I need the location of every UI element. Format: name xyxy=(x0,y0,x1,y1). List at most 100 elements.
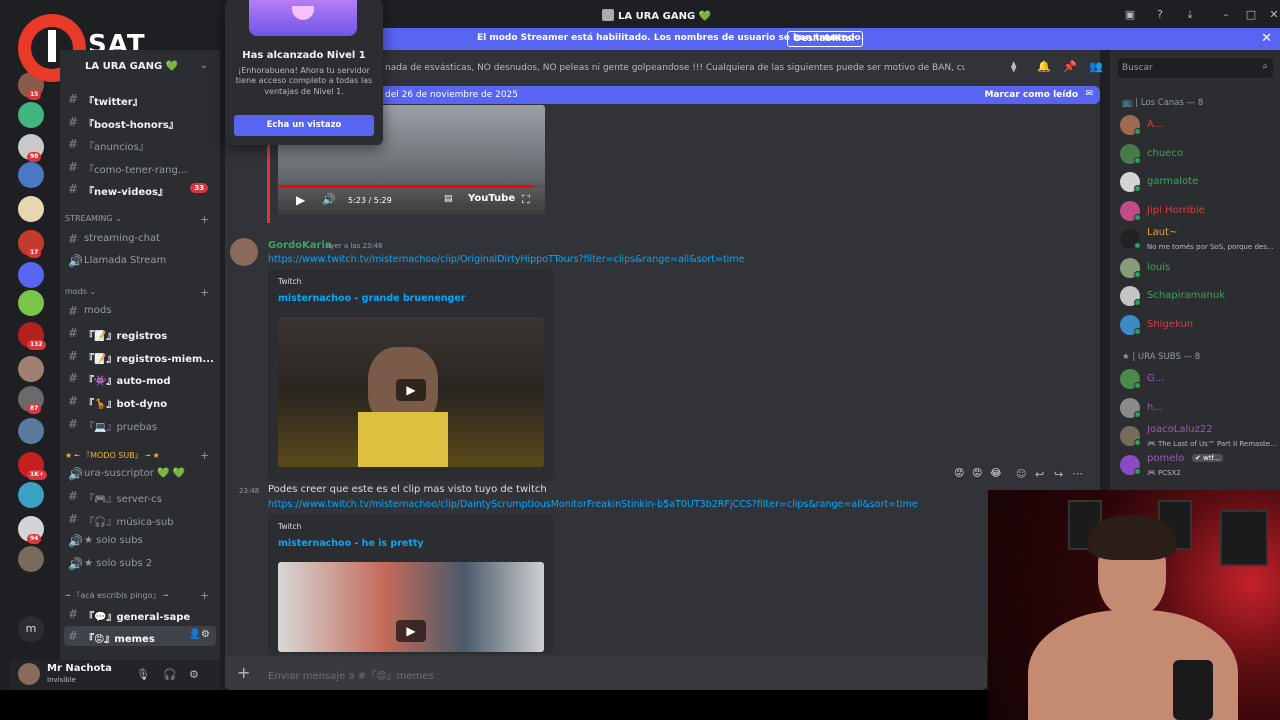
channel-item[interactable]: # 『📝』registros xyxy=(60,323,220,343)
member-item[interactable]: Jipi Horrible xyxy=(1120,198,1278,224)
channel-item[interactable]: # 『anuncios』 xyxy=(60,134,220,154)
server-icon[interactable] xyxy=(18,546,44,572)
embed-title[interactable]: misternachoo - grande bruenenger xyxy=(278,293,465,304)
message-input[interactable]: Enviar mensaje a #『😡』memes xyxy=(268,667,434,682)
channel-item[interactable]: # 『twitter』 xyxy=(60,89,220,109)
member-item[interactable]: garmalote xyxy=(1120,169,1278,195)
members-icon[interactable]: 👥 xyxy=(1089,60,1103,73)
channel-settings-icon[interactable]: 👤⚙ xyxy=(189,629,210,640)
play-icon[interactable]: ▶ xyxy=(296,193,305,207)
server-icon[interactable] xyxy=(18,482,44,508)
new-messages-bar[interactable]: del 26 de noviembre de 2025 Marcar como … xyxy=(380,86,1100,104)
member-item[interactable]: Laut~ No me tomés por SoS, porque des... xyxy=(1120,226,1278,252)
member-item[interactable]: louis xyxy=(1120,255,1278,281)
bell-icon[interactable]: 🔔 xyxy=(1037,60,1051,73)
play-icon[interactable]: ▶ xyxy=(396,379,426,401)
server-menu-chevron-icon[interactable]: ⌄ xyxy=(200,61,208,71)
embed-title[interactable]: misternachoo - he is pretty xyxy=(278,538,424,549)
message-author[interactable]: GordoKarin xyxy=(268,240,332,251)
member-item[interactable]: h... xyxy=(1120,395,1278,421)
server-icon[interactable] xyxy=(18,356,44,382)
add-channel-icon[interactable]: + xyxy=(200,589,209,602)
embed-provider[interactable]: Twitch xyxy=(278,277,301,286)
channel-item[interactable]: # 『boost-honors』 xyxy=(60,112,220,132)
settings-gear-icon[interactable]: ⚙ xyxy=(189,668,199,681)
forward-icon[interactable]: ↪ xyxy=(1054,468,1063,481)
minimize-icon[interactable]: – xyxy=(1218,8,1234,21)
server-icon[interactable] xyxy=(18,102,44,128)
channel-item[interactable]: 🔊 Llamada Stream xyxy=(60,251,220,271)
reaction-icon[interactable]: 😡 xyxy=(972,468,982,479)
reply-icon[interactable]: ↩ xyxy=(1035,468,1044,481)
headphones-icon[interactable]: 🎧 xyxy=(163,668,177,681)
channel-item[interactable]: # 『💻』pruebas xyxy=(60,414,220,434)
channel-item[interactable]: # 『👾』auto-mod xyxy=(60,368,220,388)
threads-icon[interactable]: ⧫ xyxy=(1011,60,1016,73)
add-channel-icon[interactable]: + xyxy=(200,449,209,462)
category-mods[interactable]: mods ⌄ + xyxy=(65,286,209,299)
youtube-brand[interactable]: YouTube xyxy=(468,193,515,204)
fullscreen-icon[interactable]: ⛶ xyxy=(522,193,530,207)
username[interactable]: Mr Nachota xyxy=(47,663,112,674)
message-link[interactable]: https://www.twitch.tv/misternachoo/clip/… xyxy=(268,499,918,510)
channel-item[interactable]: 🔊 ★ solo subs xyxy=(60,531,220,551)
take-a-look-button[interactable]: Echa un vistazo xyxy=(234,115,374,136)
server-icon[interactable] xyxy=(18,196,44,222)
member-item[interactable]: Shigekun xyxy=(1120,312,1278,338)
close-banner-icon[interactable]: ✕ xyxy=(1261,31,1272,46)
search-input[interactable]: Buscar ⌕ xyxy=(1118,58,1273,78)
help-icon[interactable]: ? xyxy=(1152,8,1168,21)
play-icon[interactable]: ▶ xyxy=(396,620,426,642)
channel-item[interactable]: # 『🎮』server-cs xyxy=(60,486,220,506)
message-link[interactable]: https://www.twitch.tv/misternachoo/clip/… xyxy=(268,254,744,265)
channel-topic[interactable]: nada de esvásticas, NO desnudos, NO pele… xyxy=(385,63,965,73)
add-channel-icon[interactable]: + xyxy=(200,213,209,226)
screen-share-icon[interactable]: ▣ xyxy=(1122,8,1138,21)
video-progress-track[interactable] xyxy=(278,185,545,188)
category-streaming[interactable]: STREAMING ⌄ + xyxy=(65,213,209,226)
channel-item[interactable]: # 『new-videos』 33 xyxy=(60,179,220,199)
maximize-icon[interactable]: □ xyxy=(1243,8,1259,21)
member-item[interactable]: chueco xyxy=(1120,141,1278,167)
reaction-icon[interactable]: 😂 xyxy=(990,468,1002,479)
member-item[interactable]: JoacoLaluz22 🎮 The Last of Us™ Part II Re… xyxy=(1120,423,1278,449)
embed-thumbnail[interactable]: ▶ xyxy=(278,562,544,652)
disable-streamer-button[interactable]: Deshabilitar xyxy=(787,31,863,47)
add-channel-icon[interactable]: + xyxy=(200,286,209,299)
mark-as-read-button[interactable]: Marcar como leído xyxy=(984,90,1078,100)
avatar[interactable] xyxy=(230,238,258,266)
pin-icon[interactable]: 📌 xyxy=(1063,60,1077,73)
server-name[interactable]: LA URA GANG 💚 xyxy=(85,61,178,72)
server-icon[interactable] xyxy=(18,162,44,188)
embed-provider[interactable]: Twitch xyxy=(278,522,301,531)
channel-item[interactable]: 🔊 ura-suscriptor 💚 💚 xyxy=(60,464,220,484)
channel-item[interactable]: # 『🎧』música-sub xyxy=(60,509,220,529)
server-icon[interactable] xyxy=(18,290,44,316)
channel-item[interactable]: # 『🦒』bot-dyno xyxy=(60,391,220,411)
close-window-icon[interactable]: ✕ xyxy=(1266,8,1280,21)
reaction-icon[interactable]: 😡 xyxy=(954,468,964,479)
channel-item[interactable]: # mods xyxy=(60,301,220,321)
captions-icon[interactable]: ▤ xyxy=(444,194,453,204)
channel-item[interactable]: # 『💬』general-sape xyxy=(60,604,220,624)
download-icon[interactable]: ⤓ xyxy=(1182,8,1198,22)
channel-item[interactable]: # streaming-chat xyxy=(60,229,220,249)
server-icon[interactable] xyxy=(18,262,44,288)
category-aca[interactable]: ╼ 『acá escribís pingo』 ╼ + xyxy=(65,589,209,602)
channel-item[interactable]: # 『📝』registros-miem... xyxy=(60,346,220,366)
member-item[interactable]: G... xyxy=(1120,366,1278,392)
member-item[interactable]: pomelo ✔ wtf... 🎮 PCSX2 xyxy=(1120,452,1278,478)
add-attachment-icon[interactable]: + xyxy=(237,663,250,682)
microphone-icon[interactable]: 🎙 xyxy=(136,668,150,681)
more-icon[interactable]: ⋯ xyxy=(1072,467,1083,480)
channel-item[interactable]: 🔊 ★ solo subs 2 xyxy=(60,554,220,574)
member-item[interactable]: Schapiramanuk xyxy=(1120,283,1278,309)
category-modo-sub[interactable]: ★ ╾ 『MODO SUB』 ╼ ★ + xyxy=(65,449,209,462)
add-reaction-icon[interactable]: ☺ xyxy=(1016,469,1026,480)
volume-icon[interactable]: 🔊 xyxy=(322,193,336,206)
avatar[interactable] xyxy=(18,663,40,685)
embed-thumbnail[interactable]: ▶ xyxy=(278,317,544,467)
member-item[interactable]: A... xyxy=(1120,112,1278,138)
dm-server-icon[interactable]: m xyxy=(18,616,44,642)
server-icon[interactable] xyxy=(18,418,44,444)
